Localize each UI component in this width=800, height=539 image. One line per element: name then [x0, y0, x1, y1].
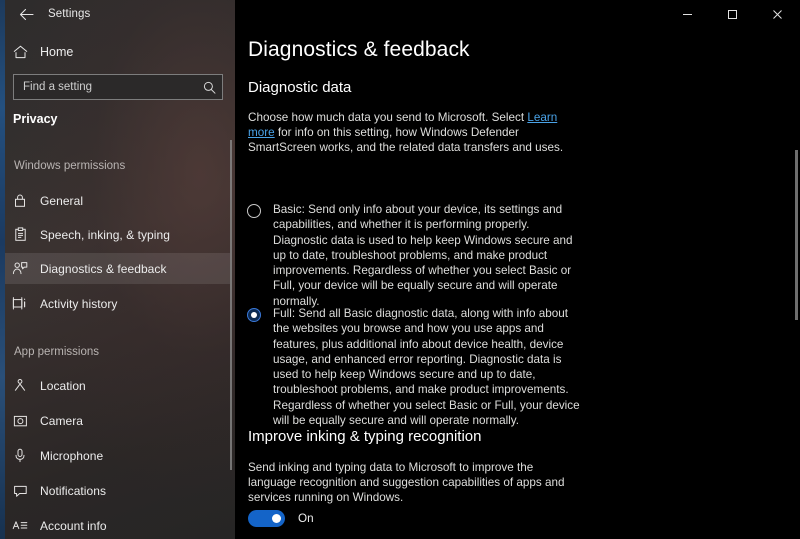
person-feedback-icon [0, 261, 40, 276]
description-text-before-link: Choose how much data you send to Microso… [248, 111, 528, 124]
sidebar-item-label: Activity history [40, 296, 118, 311]
section-title-diagnostic-data: Diagnostic data [248, 79, 352, 96]
radio-full-label: Full: Send all Basic diagnostic data, al… [273, 307, 580, 428]
window-controls [665, 0, 800, 28]
sidebar-item-label: Camera [40, 413, 83, 428]
desktop-background-edge [0, 0, 5, 539]
sidebar-item-microphone[interactable]: Microphone [0, 440, 230, 471]
sidebar-item-diagnostics-feedback[interactable]: Diagnostics & feedback [0, 253, 230, 284]
radio-basic-indicator[interactable] [247, 204, 261, 218]
location-icon [0, 378, 40, 393]
search-icon[interactable] [196, 81, 222, 94]
description-text-after-link: for info on this setting, how Windows De… [248, 126, 564, 155]
inking-toggle[interactable] [248, 510, 285, 527]
sidebar-item-label: Speech, inking, & typing [40, 227, 170, 242]
search-box[interactable] [13, 74, 223, 100]
close-icon[interactable] [755, 0, 800, 28]
sidebar-item-label: Account info [40, 518, 107, 533]
sidebar-item-notifications[interactable]: Notifications [0, 475, 230, 506]
sidebar-item-home[interactable]: Home [0, 38, 235, 66]
sidebar-item-label: Notifications [40, 483, 107, 498]
sidebar: Home Privacy Windows permissions General [0, 0, 235, 539]
lock-icon [0, 193, 40, 208]
inking-description: Send inking and typing data to Microsoft… [248, 461, 565, 505]
inking-toggle-row[interactable]: On [248, 510, 314, 527]
sidebar-item-general[interactable]: General [0, 185, 230, 216]
sidebar-item-location[interactable]: Location [0, 370, 230, 401]
sidebar-item-label: General [40, 193, 84, 208]
radio-option-basic[interactable]: Basic: Send only info about your device,… [247, 202, 587, 309]
radio-full-indicator[interactable] [247, 308, 261, 322]
account-info-icon [0, 519, 40, 532]
sidebar-item-label: Microphone [40, 448, 104, 463]
sidebar-item-account-info[interactable]: Account info [0, 510, 230, 539]
section-title-improve-inking: Improve inking & typing recognition [248, 428, 482, 445]
radio-basic-label: Basic: Send only info about your device,… [273, 203, 573, 308]
sidebar-item-label: Diagnostics & feedback [40, 261, 167, 276]
title-bar: Settings [0, 0, 800, 28]
sidebar-item-camera[interactable]: Camera [0, 405, 230, 436]
diagnostic-data-description: Choose how much data you send to Microso… [248, 110, 583, 156]
notification-icon [0, 484, 40, 498]
main-content: Diagnostics & feedback Diagnostic data C… [235, 28, 800, 539]
radio-option-full[interactable]: Full: Send all Basic diagnostic data, al… [247, 306, 587, 428]
minimize-icon[interactable] [665, 0, 710, 28]
toggle-knob [272, 514, 281, 523]
microphone-icon [0, 448, 40, 463]
sidebar-scrollbar[interactable] [230, 140, 232, 470]
search-input[interactable] [14, 81, 196, 93]
inking-toggle-state: On [298, 512, 314, 525]
page-title: Diagnostics & feedback [248, 38, 470, 61]
maximize-icon[interactable] [710, 0, 755, 28]
sidebar-home-label: Home [40, 45, 74, 59]
activity-history-icon [0, 296, 40, 311]
sidebar-item-label: Location [40, 378, 86, 393]
sidebar-category-title: Privacy [13, 112, 58, 126]
main-scrollbar[interactable] [795, 150, 798, 320]
window-title: Settings [48, 8, 91, 20]
settings-window: Settings Home Find a setting Privacy Win… [0, 0, 800, 539]
sidebar-group-app-permissions: App permissions [14, 346, 100, 358]
back-arrow-icon[interactable] [8, 0, 44, 28]
sidebar-item-speech-inking-typing[interactable]: Speech, inking, & typing [0, 219, 230, 250]
sidebar-group-windows-permissions: Windows permissions [14, 160, 126, 172]
home-icon [0, 45, 40, 59]
camera-icon [0, 414, 40, 428]
clipboard-icon [0, 227, 40, 242]
sidebar-item-activity-history[interactable]: Activity history [0, 288, 230, 319]
